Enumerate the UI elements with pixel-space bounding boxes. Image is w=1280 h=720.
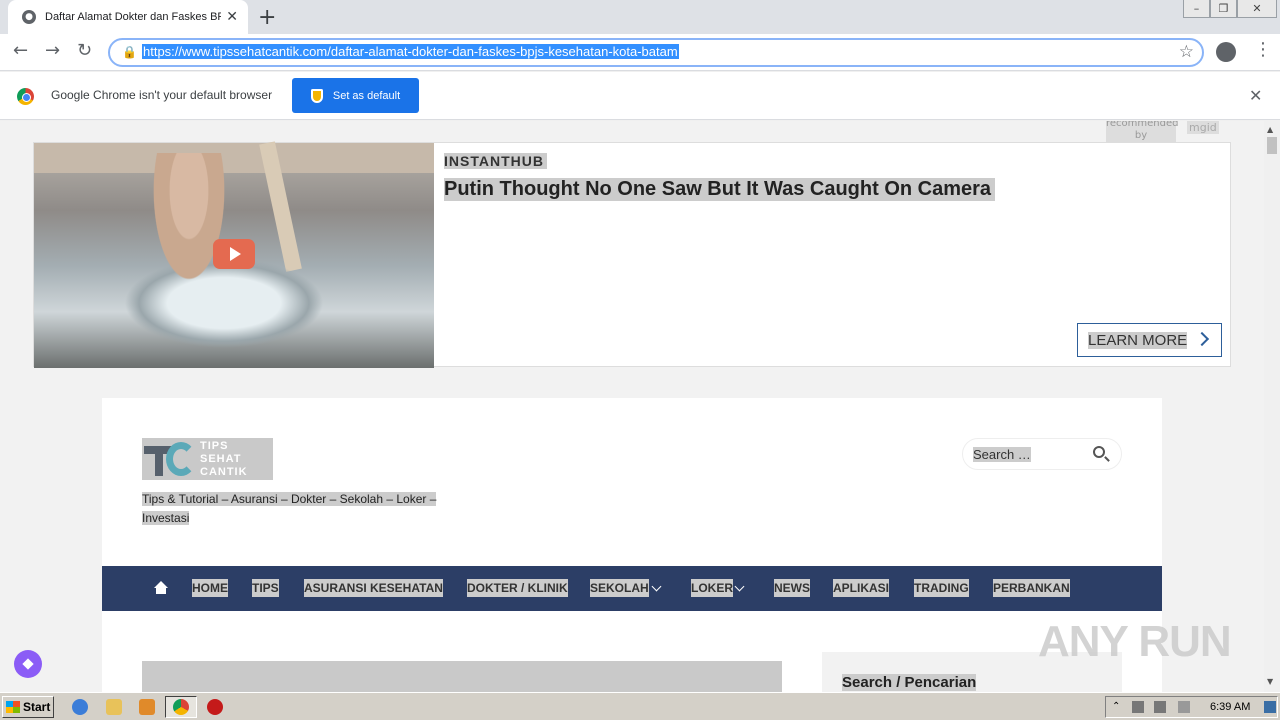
- main-navigation: HOME TIPS ASURANSI KESEHATAN DOKTER / KL…: [102, 566, 1162, 611]
- ad-recommended-label: recommended by: [1106, 121, 1178, 142]
- site-logo[interactable]: TIPS SEHAT CANTIK: [142, 438, 273, 480]
- infobar-message: Google Chrome isn't your default browser: [51, 88, 273, 102]
- chevron-down-icon[interactable]: [651, 581, 662, 592]
- forward-icon[interactable]: →: [45, 40, 60, 61]
- tray-expand-icon[interactable]: ⌃: [1112, 701, 1124, 713]
- site-header: TIPS SEHAT CANTIK Tips & Tutorial – Asur…: [102, 398, 1162, 692]
- profile-avatar-icon[interactable]: [1216, 42, 1236, 62]
- opera-icon[interactable]: [207, 699, 223, 715]
- chrome-icon: [173, 699, 189, 715]
- default-browser-infobar: Google Chrome isn't your default browser…: [0, 72, 1280, 120]
- search-placeholder: Search …: [973, 447, 1031, 462]
- page-scrollbar[interactable]: ▲ ▼: [1264, 121, 1280, 692]
- search-icon[interactable]: [1093, 446, 1105, 458]
- folder-icon[interactable]: [106, 699, 122, 715]
- clock[interactable]: 6:39 AM: [1210, 701, 1250, 713]
- url-text[interactable]: https://www.tipssehatcantik.com/daftar-a…: [142, 44, 679, 59]
- nav-aplikasi[interactable]: APLIKASI: [833, 579, 890, 597]
- bookmark-star-icon[interactable]: ☆: [1179, 42, 1194, 62]
- infobar-close-icon[interactable]: ✕: [1249, 86, 1262, 105]
- lock-icon[interactable]: 🔒: [122, 45, 137, 59]
- set-default-label: Set as default: [332, 89, 401, 102]
- scroll-up-icon[interactable]: ▲: [1267, 125, 1273, 134]
- chevron-right-icon: [1194, 331, 1210, 347]
- learn-more-button[interactable]: LEARN MORE: [1077, 323, 1222, 357]
- start-label: Start: [23, 700, 51, 714]
- set-default-button[interactable]: Set as default: [292, 78, 419, 113]
- network-icon[interactable]: [1154, 701, 1166, 713]
- anyrun-watermark: ANY RUN: [1038, 617, 1232, 666]
- close-tab-icon[interactable]: ✕: [226, 9, 238, 25]
- ad-source: INSTANTHUB: [444, 153, 547, 169]
- globe-icon: ●: [22, 10, 36, 24]
- home-icon[interactable]: [154, 581, 168, 595]
- window-controls: – ❐ ✕: [1183, 0, 1277, 20]
- nav-dokter-klinik[interactable]: DOKTER / KLINIK: [467, 579, 568, 597]
- windows-taskbar: Start ⌃ 6:39 AM: [0, 692, 1280, 720]
- close-window-button[interactable]: ✕: [1237, 0, 1277, 18]
- learn-more-label: LEARN MORE: [1088, 331, 1188, 349]
- article-image-placeholder: [142, 661, 782, 692]
- browser-toolbar: ← → ↻ 🔒 https://www.tipssehatcantik.com/…: [0, 34, 1280, 71]
- chevron-down-icon[interactable]: [734, 581, 745, 592]
- system-tray: ⌃ 6:39 AM: [1105, 696, 1278, 718]
- new-tab-button[interactable]: +: [258, 5, 276, 30]
- scroll-thumb[interactable]: [1267, 137, 1277, 154]
- internet-explorer-icon[interactable]: [72, 699, 88, 715]
- scroll-down-icon[interactable]: ▼: [1267, 677, 1273, 686]
- nav-tips[interactable]: TIPS: [252, 579, 279, 597]
- logo-text: TIPS SEHAT CANTIK: [200, 439, 248, 478]
- play-icon[interactable]: [213, 239, 255, 269]
- search-input[interactable]: Search …: [962, 438, 1122, 470]
- chrome-logo-icon: [17, 88, 34, 105]
- nav-loker[interactable]: LOKER: [691, 579, 733, 597]
- nav-trading[interactable]: TRADING: [914, 579, 969, 597]
- sidebar-title: Search / Pencarian: [842, 674, 977, 691]
- reload-icon[interactable]: ↻: [77, 40, 92, 61]
- ad-brand-label[interactable]: mgid: [1187, 121, 1219, 134]
- minimize-button[interactable]: –: [1183, 0, 1210, 18]
- nav-perbankan[interactable]: PERBANKAN: [993, 579, 1070, 597]
- start-button[interactable]: Start: [2, 696, 54, 718]
- logo-mark-icon: [142, 438, 200, 480]
- nav-asuransi-kesehatan[interactable]: ASURANSI KESEHATAN: [304, 579, 443, 597]
- nav-home[interactable]: HOME: [192, 579, 228, 597]
- address-bar[interactable]: 🔒 https://www.tipssehatcantik.com/daftar…: [108, 38, 1204, 67]
- nav-sekolah[interactable]: SEKOLAH: [590, 579, 649, 597]
- sponsored-ad[interactable]: INSTANTHUB Putin Thought No One Saw But …: [33, 141, 1231, 368]
- site-tagline: Tips & Tutorial – Asuransi – Dokter – Se…: [142, 492, 437, 525]
- ad-headline[interactable]: Putin Thought No One Saw But It Was Caug…: [444, 178, 996, 201]
- maximize-button[interactable]: ❐: [1210, 0, 1237, 18]
- floating-action-button[interactable]: [14, 650, 42, 678]
- chrome-menu-icon[interactable]: ⋮: [1254, 39, 1272, 60]
- flag-icon[interactable]: [1178, 701, 1190, 713]
- taskbar-chrome-button[interactable]: [165, 696, 197, 718]
- shield-icon: [310, 88, 323, 103]
- browser-tab[interactable]: ● Daftar Alamat Dokter dan Faskes BPJS ✕: [8, 0, 248, 34]
- page-viewport: recommended by mgid INSTANTHUB Putin Tho…: [0, 121, 1264, 692]
- back-icon[interactable]: ←: [13, 40, 28, 61]
- nav-news[interactable]: NEWS: [774, 579, 810, 597]
- windows-logo-icon: [6, 701, 20, 713]
- tab-title: Daftar Alamat Dokter dan Faskes BPJS: [45, 11, 221, 23]
- show-desktop-icon[interactable]: [1264, 701, 1276, 713]
- tab-strip: ● Daftar Alamat Dokter dan Faskes BPJS ✕…: [0, 0, 1280, 34]
- volume-icon[interactable]: [1132, 701, 1144, 713]
- ad-image[interactable]: [34, 141, 434, 368]
- media-player-icon[interactable]: [139, 699, 155, 715]
